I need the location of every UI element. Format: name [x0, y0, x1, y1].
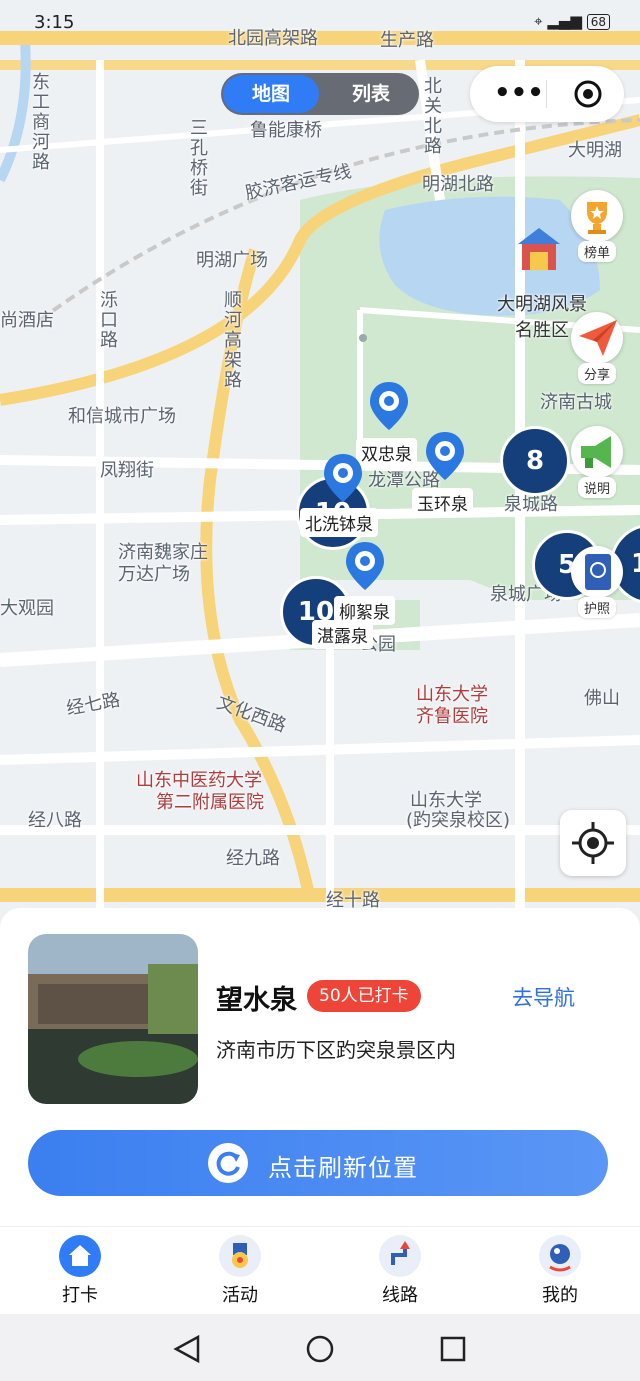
divider — [546, 80, 547, 108]
poi-label: 第二附属医院 — [156, 792, 264, 813]
road-label: 北关北路 — [421, 76, 442, 156]
miniprogram-capsule: ••• — [470, 66, 624, 122]
tab-label: 活动 — [222, 1285, 258, 1306]
poi-label: 明湖广场 — [196, 250, 268, 271]
status-time: 3:15 — [34, 12, 75, 33]
pin-label: 北洗钵泉 — [300, 508, 378, 537]
home-circle-icon[interactable] — [304, 1333, 336, 1365]
road-label: 三孔桥街 — [187, 118, 208, 198]
guide-label: 说明 — [577, 477, 616, 498]
spring-marker-icon — [346, 542, 384, 590]
poi-label: 齐鲁医院 — [416, 706, 488, 727]
road-label: 凤翔街 — [100, 460, 154, 481]
location-icon: ⌖ — [534, 12, 543, 30]
spring-marker-icon — [324, 454, 362, 502]
spring-pin-yuhuan[interactable]: 玉环泉 — [412, 430, 473, 517]
passport-icon — [585, 554, 611, 590]
spring-marker-icon — [426, 432, 464, 480]
poi-label: 济南古城 — [540, 392, 612, 413]
tab-activity[interactable]: 活动 — [190, 1235, 290, 1307]
poi-label: 尚酒店 — [0, 310, 54, 331]
guide-button[interactable]: 说明 — [568, 426, 626, 498]
system-navigation-bar — [0, 1314, 640, 1381]
route-icon — [379, 1235, 421, 1277]
status-bar: 3:15 ⌖ ▂▄▆ 68 — [0, 0, 640, 40]
tab-list-view[interactable]: 列表 — [325, 73, 417, 115]
spring-pin-beixi[interactable]: 北洗钵泉 — [300, 452, 378, 537]
home-icon — [59, 1235, 101, 1277]
spring-marker-icon — [370, 382, 408, 430]
poi-label: 佛山 — [584, 688, 620, 709]
tab-label: 线路 — [382, 1285, 418, 1306]
paper-plane-icon — [579, 320, 617, 356]
back-icon[interactable] — [172, 1334, 202, 1364]
poi-label: (趵突泉校区) — [406, 810, 511, 831]
medal-icon — [219, 1235, 261, 1277]
passport-button[interactable]: 护照 — [568, 546, 626, 618]
locate-me-button[interactable] — [560, 810, 626, 876]
pin-label-zhanlu[interactable]: 湛露泉 — [312, 620, 373, 649]
poi-label: 和信城市广场 — [68, 406, 176, 427]
road-label: 经八路 — [28, 810, 82, 831]
poi-label: 大观园 — [0, 598, 54, 619]
spot-name: 望水泉 — [216, 985, 297, 1016]
poi-label: 鲁能康桥 — [250, 120, 322, 141]
road-label: 东工商河路 — [29, 72, 50, 172]
spot-photo — [28, 934, 198, 1104]
spot-address: 济南市历下区趵突泉景区内 — [216, 1038, 456, 1062]
more-icon[interactable]: ••• — [494, 78, 544, 108]
close-target-icon[interactable] — [574, 80, 602, 108]
recents-icon[interactable] — [438, 1334, 468, 1364]
tab-map-view[interactable]: 地图 — [223, 75, 319, 113]
checkin-count-badge: 50人已打卡 — [307, 980, 421, 1012]
spot-card: 望水泉 50人已打卡 去导航 济南市历下区趵突泉景区内 点击刷新位置 — [0, 908, 640, 1226]
profile-icon — [539, 1235, 581, 1277]
poi-label: 万达广场 — [118, 564, 190, 585]
road-label: 明湖北路 — [422, 174, 494, 195]
road-label: 顺河高架路 — [221, 290, 242, 390]
road-label: 泺口路 — [97, 290, 118, 350]
refresh-label: 点击刷新位置 — [268, 1154, 418, 1182]
bottom-tab-bar: 打卡 活动 线路 我的 — [0, 1226, 640, 1315]
view-toggle: 地图 列表 — [221, 73, 419, 115]
navigate-link[interactable]: 去导航 — [512, 982, 575, 1012]
signal-icon: ▂▄▆ — [547, 12, 582, 30]
refresh-location-button[interactable]: 点击刷新位置 — [28, 1130, 608, 1196]
crosshair-icon — [572, 822, 614, 864]
tab-label: 打卡 — [62, 1285, 98, 1306]
spring-pin-shuangzhong[interactable]: 双忠泉 — [356, 380, 417, 467]
cluster-marker[interactable]: 8 — [500, 426, 570, 496]
tab-label: 我的 — [542, 1285, 578, 1306]
share-label: 分享 — [577, 363, 616, 384]
megaphone-icon — [581, 436, 611, 468]
share-button[interactable]: 分享 — [568, 312, 626, 384]
pin-label: 玉环泉 — [412, 488, 473, 517]
tab-checkin[interactable]: 打卡 — [30, 1235, 130, 1307]
ranking-button[interactable]: 榜单 — [568, 190, 626, 262]
tab-mine[interactable]: 我的 — [510, 1235, 610, 1307]
battery-icon: 68 — [586, 14, 610, 30]
poi-label: 大明湖 — [568, 140, 622, 161]
status-icons: ⌖ ▂▄▆ 68 — [534, 12, 610, 30]
spring-pin-liuxu[interactable]: 柳絮泉 — [334, 540, 395, 625]
pagoda-icon — [518, 228, 560, 270]
tab-route[interactable]: 线路 — [350, 1235, 450, 1307]
ranking-label: 榜单 — [577, 241, 616, 262]
pin-label: 双忠泉 — [356, 438, 417, 467]
map-view[interactable]: 北园高架路 生产路 鲁能康桥 大明湖 胶济客运专线 明湖北路 明湖广场 顺河高架… — [0, 0, 640, 930]
trophy-icon — [587, 202, 607, 234]
refresh-icon — [208, 1143, 248, 1183]
passport-label: 护照 — [577, 597, 616, 618]
road-label: 经九路 — [226, 848, 280, 869]
